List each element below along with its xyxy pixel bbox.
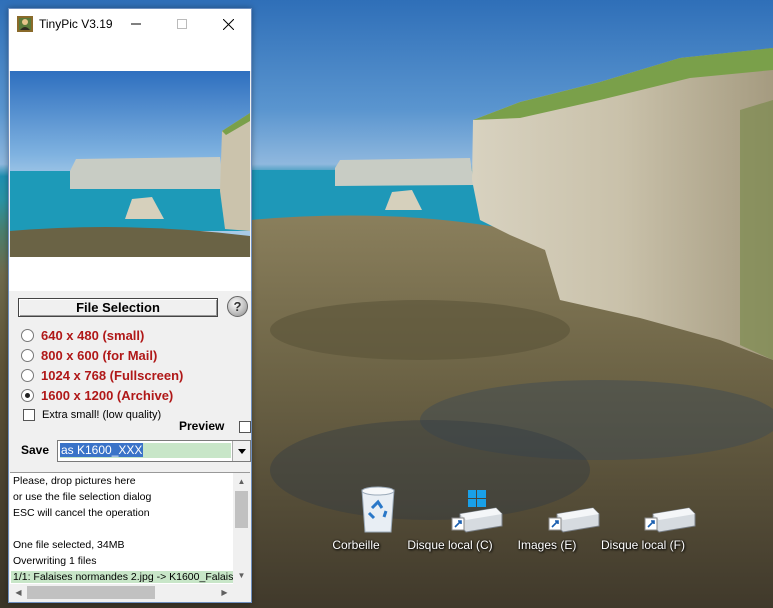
size-option-label: 1600 x 1200 (Archive): [41, 387, 174, 403]
scroll-up-icon[interactable]: ▲: [233, 473, 250, 490]
dropdown-arrow-button[interactable]: [232, 441, 250, 461]
chevron-down-icon: [237, 448, 246, 454]
file-selection-button[interactable]: File Selection: [18, 298, 218, 317]
desktop-icon-drive-c[interactable]: Disque local (C): [402, 484, 503, 562]
horizontal-scrollbar[interactable]: ◀ ▶: [10, 584, 250, 601]
app-icon: [17, 16, 33, 32]
save-format-dropdown[interactable]: as K1600_XXX: [57, 440, 251, 462]
maximize-icon: [177, 19, 187, 29]
image-preview: [10, 71, 250, 257]
desktop-icon-label: Images (E): [517, 538, 577, 552]
save-format-value-box: as K1600_XXX: [60, 443, 231, 458]
extra-small-label: Extra small! (low quality): [42, 409, 162, 421]
horizontal-scroll-thumb[interactable]: [27, 586, 155, 599]
size-option-label: 1024 x 768 (Fullscreen): [41, 367, 184, 383]
scroll-right-icon[interactable]: ▶: [216, 584, 233, 601]
scroll-down-icon[interactable]: ▼: [233, 567, 250, 584]
log-line: ESC will cancel the operation: [13, 507, 150, 519]
maximize-button[interactable]: [159, 9, 205, 39]
size-option-fullscreen[interactable]: 1024 x 768 (Fullscreen): [21, 366, 183, 384]
log-line-highlighted: 1/1: Falaises normandes 2.jpg -> K1600_F…: [11, 571, 245, 583]
preview-checkbox[interactable]: [239, 421, 251, 433]
vertical-scroll-thumb[interactable]: [235, 491, 248, 528]
log-line: Overwriting 1 files: [13, 555, 97, 567]
preview-padding-bottom: [9, 257, 251, 291]
size-option-label: 640 x 480 (small): [41, 327, 145, 343]
size-option-small[interactable]: 640 x 480 (small): [21, 326, 144, 344]
close-icon: [222, 18, 234, 30]
log-line: or use the file selection dialog: [13, 491, 152, 503]
preview-padding-top: [9, 39, 251, 71]
help-button[interactable]: ?: [227, 296, 248, 317]
desktop-icon-label: Disque local (F): [600, 538, 686, 552]
desktop-icon-label: Corbeille: [332, 538, 380, 552]
save-label: Save: [21, 443, 50, 457]
title-bar[interactable]: TinyPic V3.19: [9, 9, 251, 39]
minimize-icon: [131, 23, 141, 25]
desktop-icon-label: Disque local (C): [407, 538, 493, 552]
extra-small-option[interactable]: Extra small! (low quality): [23, 409, 161, 421]
extra-small-checkbox[interactable]: [23, 409, 35, 421]
scroll-left-icon[interactable]: ◀: [10, 584, 27, 601]
log-output[interactable]: Please, drop pictures here or use the fi…: [10, 472, 250, 601]
log-line: Please, drop pictures here: [13, 475, 136, 487]
size-option-archive[interactable]: 1600 x 1200 (Archive): [21, 386, 173, 404]
size-option-mail[interactable]: 800 x 600 (for Mail): [21, 346, 157, 364]
radio-button[interactable]: [21, 328, 34, 342]
desktop-icon-drive-f[interactable]: Disque local (F): [595, 484, 696, 562]
log-line: One file selected, 34MB: [13, 539, 125, 551]
radio-button[interactable]: [21, 368, 34, 382]
radio-button[interactable]: [21, 348, 34, 362]
preview-label: Preview: [179, 419, 225, 433]
size-option-label: 800 x 600 (for Mail): [41, 347, 158, 363]
minimize-button[interactable]: [113, 9, 159, 39]
vertical-scrollbar[interactable]: ▲ ▼: [233, 473, 250, 584]
desktop-icon-drive-e[interactable]: Images (E): [499, 484, 600, 562]
radio-button-selected[interactable]: [21, 388, 34, 402]
tinypic-window: TinyPic V3.19 File Selection ? 640 x 480…: [8, 8, 252, 603]
close-button[interactable]: [205, 9, 251, 39]
desktop-icon-recycle-bin[interactable]: Corbeille: [308, 484, 404, 562]
save-format-value: as K1600_XXX: [60, 443, 144, 457]
window-title: TinyPic V3.19: [39, 17, 113, 31]
